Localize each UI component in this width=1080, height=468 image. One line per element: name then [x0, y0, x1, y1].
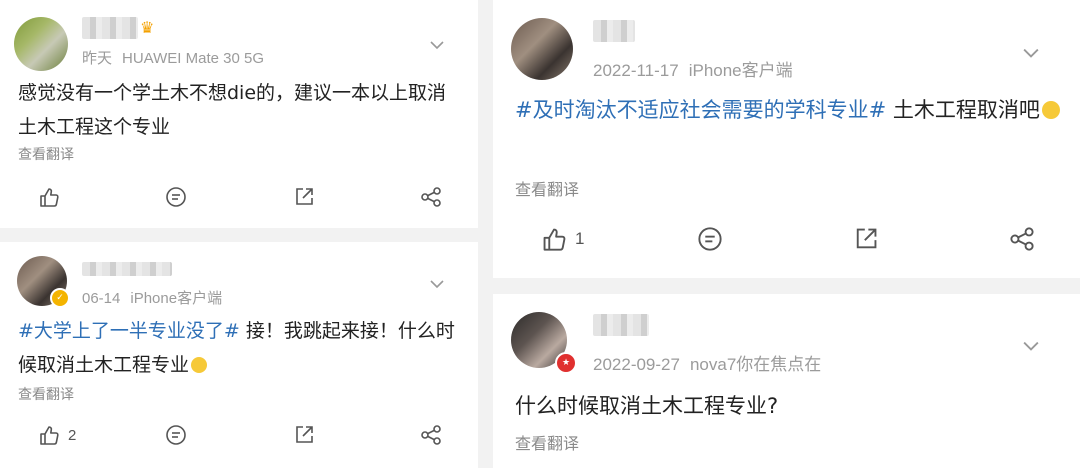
like-button[interactable]: 2 [38, 420, 76, 450]
translate-link[interactable]: 查看翻译 [18, 384, 74, 404]
verified-badge-icon: ★ [555, 352, 577, 374]
comment-post: ✓ 06-14 iPhone客户端 #大学上了一半专业没了# 接！我跳起来接！什么… [0, 242, 478, 468]
like-count: 1 [575, 229, 585, 248]
comment-icon [166, 187, 186, 207]
verified-badge-icon: ✓ [50, 288, 70, 308]
post-meta: 06-14 iPhone客户端 [82, 287, 222, 308]
crown-icon: ♛ [140, 18, 155, 37]
share-icon [1010, 227, 1034, 251]
divider [493, 278, 1080, 294]
chevron-down-icon[interactable] [1023, 45, 1039, 61]
action-bar: 1 [493, 224, 1080, 254]
post-time: 06-14 [82, 290, 121, 307]
post-text: 感觉没有一个学土木不想die的，建议一本以上取消土木工程这个专业 [18, 82, 447, 138]
username[interactable] [593, 20, 635, 42]
left-feed: ♛ 昨天 HUAWEI Mate 30 5G 感觉没有一个学土木不想die的，建议… [0, 0, 478, 468]
avatar[interactable] [14, 17, 68, 71]
divider [0, 228, 478, 242]
comment-post: ♛ 昨天 HUAWEI Mate 30 5G 感觉没有一个学土木不想die的，建议… [0, 0, 478, 228]
like-count: 2 [68, 426, 77, 444]
chevron-down-icon[interactable] [430, 277, 444, 291]
emoji-icon [1041, 101, 1060, 119]
like-icon [40, 426, 59, 445]
translate-link[interactable]: 查看翻译 [515, 430, 579, 454]
comment-button[interactable] [697, 224, 723, 254]
hashtag-link[interactable]: #大学上了一半专业没了# [18, 320, 240, 342]
chevron-down-icon[interactable] [1023, 338, 1039, 354]
action-bar [0, 182, 478, 212]
share-icon [421, 425, 441, 445]
share-button[interactable] [420, 182, 442, 212]
comment-button[interactable] [165, 420, 187, 450]
translate-link[interactable]: 查看翻译 [515, 176, 579, 200]
like-button[interactable] [38, 182, 60, 212]
repost-button[interactable] [293, 420, 315, 450]
hashtag-link[interactable]: #及时淘汰不适应社会需要的学科专业# [515, 98, 886, 122]
avatar[interactable] [511, 18, 573, 80]
post-device: iPhone客户端 [130, 290, 223, 307]
username[interactable] [593, 314, 649, 336]
like-icon [543, 228, 566, 251]
chevron-down-icon[interactable] [430, 38, 444, 52]
repost-icon [296, 426, 313, 443]
username[interactable] [82, 262, 172, 276]
post-device: nova7你在焦点在 [689, 355, 822, 374]
comment-icon [698, 227, 722, 251]
right-feed: 2022-11-17 iPhone客户端 #及时淘汰不适应社会需要的学科专业# 土… [493, 0, 1080, 468]
comment-button[interactable] [165, 182, 187, 212]
repost-button[interactable] [853, 224, 879, 254]
like-button[interactable]: 1 [541, 224, 584, 254]
share-button[interactable] [420, 420, 442, 450]
repost-button[interactable] [293, 182, 315, 212]
post-body: 土木工程取消吧 [886, 98, 1040, 122]
share-button[interactable] [1009, 224, 1035, 254]
post-device: iPhone客户端 [688, 61, 793, 80]
comment-icon [166, 425, 186, 445]
column-gap [478, 0, 493, 468]
repost-icon [296, 188, 313, 205]
translate-link[interactable]: 查看翻译 [18, 144, 74, 164]
username[interactable] [82, 17, 138, 39]
post-time: 2022-11-17 [593, 61, 679, 80]
post-meta: 昨天 HUAWEI Mate 30 5G [82, 47, 264, 68]
comment-post: 2022-11-17 iPhone客户端 #及时淘汰不适应社会需要的学科专业# 土… [493, 0, 1080, 278]
post-time: 2022-09-27 [593, 355, 680, 374]
post-device: HUAWEI Mate 30 5G [122, 50, 265, 67]
post-text: #大学上了一半专业没了# 接！我跳起来接！什么时候取消土木工程专业 [18, 314, 458, 382]
post-text: #及时淘汰不适应社会需要的学科专业# 土木工程取消吧 [515, 92, 1060, 129]
emoji-icon [191, 357, 208, 373]
post-meta: 2022-09-27 nova7你在焦点在 [593, 350, 821, 375]
action-bar: 2 [0, 420, 478, 450]
post-time: 昨天 [82, 50, 113, 67]
repost-icon [856, 228, 877, 249]
like-icon [40, 188, 59, 207]
post-meta: 2022-11-17 iPhone客户端 [593, 56, 793, 81]
post-text: 什么时候取消土木工程专业? [515, 394, 779, 418]
comment-post: ★ 2022-09-27 nova7你在焦点在 什么时候取消土木工程专业? 查看翻… [493, 294, 1080, 468]
share-icon [421, 187, 441, 207]
